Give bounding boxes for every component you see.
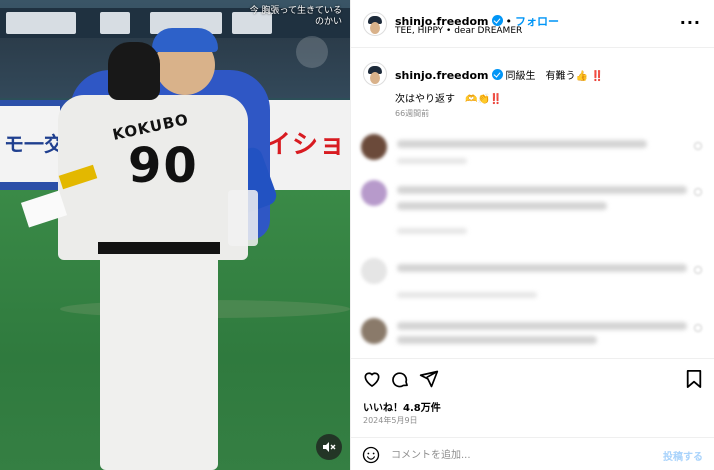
avatar — [361, 134, 387, 160]
comment-meta — [397, 158, 467, 164]
comment-item — [361, 318, 706, 354]
like-count[interactable]: いいね！4.8万件 — [363, 399, 441, 414]
video-caption-overlay: 今 胸張って生きている のかい — [249, 6, 342, 27]
share-icon[interactable] — [418, 368, 440, 390]
header-subline: TEE, HIPPY • dear DREAMER — [395, 26, 523, 36]
post-header: shinjo.freedom • フォロー TEE, HIPPY • dear DR… — [351, 0, 714, 48]
post-comment-button[interactable]: 投稿する — [663, 448, 703, 463]
comment-text — [397, 322, 687, 330]
speaker-muted-icon[interactable] — [316, 434, 342, 460]
comment-item — [361, 258, 706, 310]
add-comment-bar: 投稿する — [351, 437, 714, 470]
like-comment-icon[interactable] — [694, 142, 702, 150]
caption-line-2: 次はやり返す 🫶👏‼️ — [395, 94, 503, 105]
comment-input[interactable] — [391, 447, 621, 463]
player-white-pants — [100, 250, 218, 470]
comment-icon[interactable] — [389, 368, 411, 390]
comment-text — [397, 336, 597, 344]
heart-icon[interactable] — [361, 368, 383, 390]
player-belt — [98, 242, 220, 254]
paper-sheet — [228, 190, 258, 246]
caption-text: 同級生 有難う👍 ‼️ — [505, 71, 604, 82]
player-blue-cap — [152, 28, 218, 52]
post-date: 2024年5月9日 — [363, 416, 418, 425]
verified-badge-icon — [491, 15, 503, 26]
comment-meta — [397, 292, 537, 298]
caption-avatar[interactable] — [363, 62, 387, 86]
post-actions: いいね！4.8万件 2024年5月9日 投稿する — [351, 358, 714, 470]
comment-text — [397, 140, 647, 148]
like-comment-icon[interactable] — [694, 266, 702, 274]
avatar — [361, 318, 387, 344]
post-media[interactable]: モ一交通 ダイショ KOKUBO 90 今 胸張って生きている のかい — [0, 0, 350, 470]
comment-meta — [397, 228, 467, 234]
post-panel: shinjo.freedom • フォロー TEE, HIPPY • dear DR… — [350, 0, 714, 470]
comment-text — [397, 186, 687, 194]
bookmark-icon[interactable] — [683, 368, 705, 390]
like-comment-icon[interactable] — [694, 324, 702, 332]
banner-tile — [6, 12, 76, 34]
comment-item — [361, 180, 706, 246]
comment-item — [361, 134, 706, 174]
player-white-head — [108, 42, 160, 100]
overlay-circle-button[interactable] — [296, 36, 328, 68]
comment-text — [397, 264, 687, 272]
more-options-icon[interactable]: ··· — [680, 13, 701, 32]
caption-line-1: shinjo.freedom 同級生 有難う👍 ‼️ — [395, 64, 604, 83]
like-comment-icon[interactable] — [694, 188, 702, 196]
banner-tile — [100, 12, 130, 34]
avatar[interactable] — [363, 12, 387, 36]
caption-age: 66週間前 — [395, 109, 430, 118]
comment-text — [397, 202, 607, 210]
avatar — [361, 258, 387, 284]
jersey-number: 90 — [128, 138, 199, 194]
emoji-icon[interactable] — [361, 445, 381, 465]
caption-username[interactable]: shinjo.freedom — [395, 69, 489, 82]
verified-badge-icon — [491, 69, 503, 80]
avatar — [361, 180, 387, 206]
